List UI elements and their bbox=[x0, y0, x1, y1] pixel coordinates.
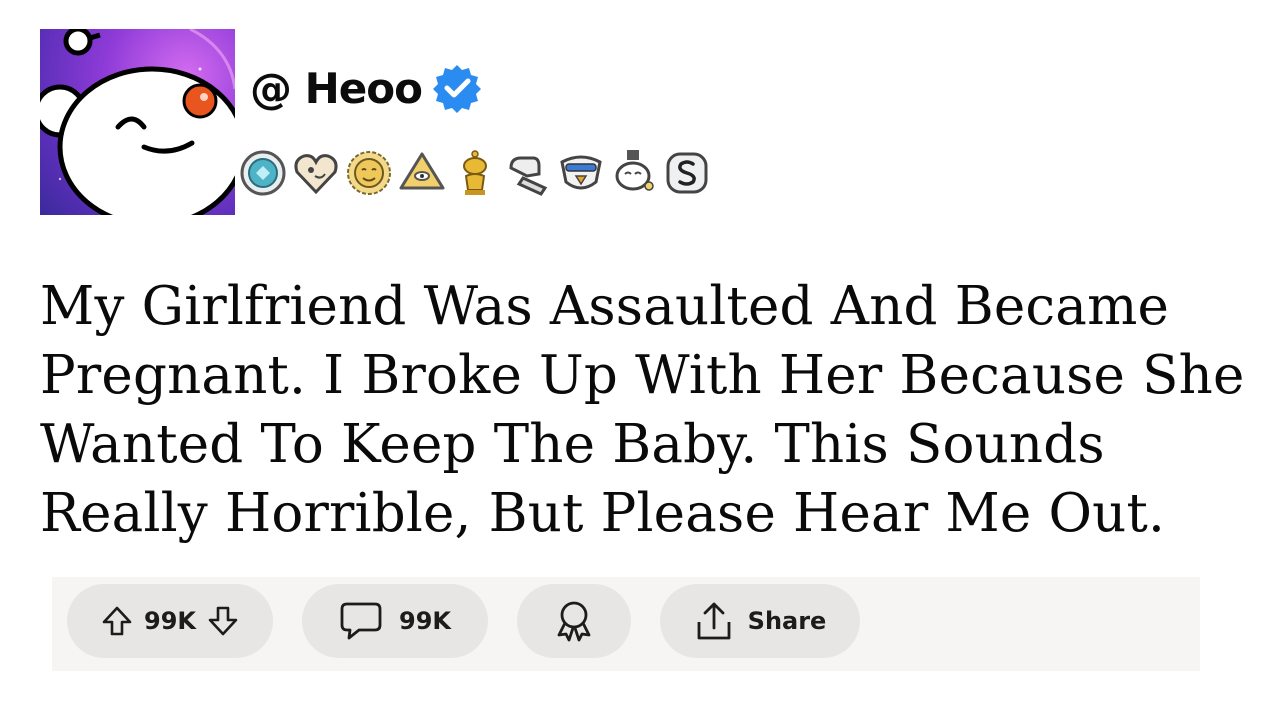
share-upload-icon bbox=[697, 602, 731, 640]
comment-count: 99K bbox=[399, 607, 451, 635]
snoo-avatar-icon bbox=[40, 29, 235, 215]
verified-badge-icon bbox=[432, 65, 481, 113]
gold-snoo-award-icon bbox=[463, 150, 487, 195]
silver-s-award-icon bbox=[666, 152, 708, 194]
pyramid-award-icon bbox=[399, 152, 445, 190]
share-button[interactable]: Share bbox=[660, 584, 860, 658]
award-button[interactable] bbox=[517, 584, 631, 658]
comments-button[interactable]: 99K bbox=[302, 584, 488, 658]
sun-award-icon bbox=[347, 151, 391, 195]
fist-award-icon bbox=[509, 156, 548, 196]
heart-award-icon bbox=[294, 154, 338, 195]
share-label: Share bbox=[747, 607, 827, 635]
username-row: @ Heoo bbox=[250, 58, 482, 118]
post-title[interactable]: My Girlfriend Was Assaulted And Became P… bbox=[40, 272, 1260, 548]
comment-bubble-icon bbox=[340, 602, 382, 640]
username[interactable]: @ Heoo bbox=[250, 64, 423, 113]
post-action-bar: 99K 99K Share bbox=[52, 577, 1200, 671]
awards-row bbox=[238, 148, 712, 198]
user-avatar[interactable] bbox=[40, 29, 235, 215]
vote-count: 99K bbox=[144, 607, 196, 635]
downvote-arrow-icon[interactable] bbox=[206, 604, 240, 638]
gem-award-icon bbox=[240, 150, 286, 196]
upvote-arrow-icon[interactable] bbox=[100, 604, 134, 638]
eagle-award-icon bbox=[560, 155, 602, 190]
award-ribbon-icon bbox=[557, 601, 591, 642]
vote-control: 99K bbox=[67, 584, 273, 658]
snoo-face-award-icon bbox=[615, 150, 654, 191]
